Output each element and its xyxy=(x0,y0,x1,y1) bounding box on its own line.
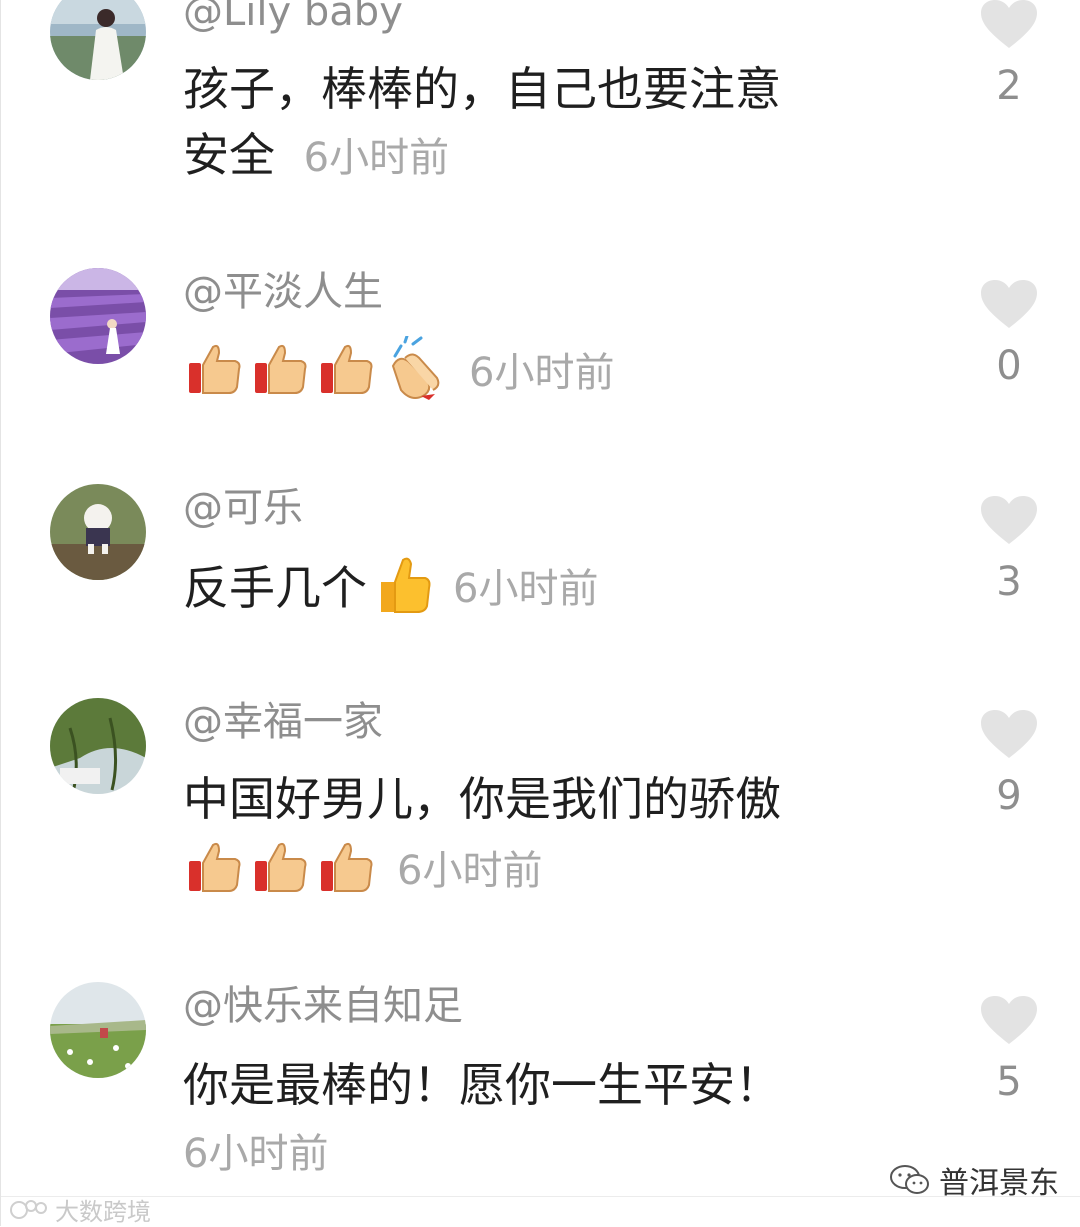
heart-icon xyxy=(981,496,1037,544)
comment-time: 6小时前 xyxy=(183,1131,329,1177)
comment-time: 6小时前 xyxy=(453,566,599,612)
comment-emojis: 6小时前 xyxy=(185,334,614,404)
heart-icon xyxy=(981,280,1037,328)
comment-time: 6小时前 xyxy=(397,848,543,894)
watermark-left: 大数跨境 xyxy=(9,1192,151,1227)
like-count: 2 xyxy=(996,63,1022,109)
wechat-icon xyxy=(890,1165,929,1194)
watermark-right-text: 普洱景东 xyxy=(939,1166,1059,1201)
thumbs-up-icon xyxy=(381,557,431,613)
like-button[interactable]: 2 xyxy=(979,0,1039,108)
comment-username[interactable]: @平淡人生 xyxy=(183,268,383,316)
comment-text-line: 孩子，棒棒的，自己也要注意 xyxy=(183,62,781,116)
comment-time: 6小时前 xyxy=(303,135,450,181)
watermark-logo-icon xyxy=(10,1199,47,1219)
comment-username[interactable]: @快乐来自知足 xyxy=(183,982,463,1030)
comment-text: 中国好男儿，你是我们的骄傲 xyxy=(183,772,781,826)
avatar[interactable] xyxy=(50,484,146,580)
like-count: 0 xyxy=(996,343,1022,389)
like-count: 5 xyxy=(996,1059,1022,1105)
comment-time: 6小时前 xyxy=(469,350,615,396)
thumbs-up-icon xyxy=(321,842,373,892)
avatar[interactable] xyxy=(50,982,146,1078)
comment-text-tail: 安全 xyxy=(183,128,275,182)
thumbs-up-icon xyxy=(255,842,307,892)
watermark-left-text: 大数跨境 xyxy=(55,1198,151,1226)
avatar[interactable] xyxy=(50,698,146,794)
comment-username[interactable]: @幸福一家 xyxy=(183,698,383,746)
comment-text: 你是最棒的！愿你一生平安！ xyxy=(183,1058,781,1112)
thumbs-up-icon xyxy=(189,842,241,892)
comment-text: 孩子，棒棒的，自己也要注意 安全 6小时前 xyxy=(183,56,883,191)
like-button[interactable]: 0 xyxy=(979,280,1039,388)
thumbs-up-icon xyxy=(189,344,241,394)
heart-icon xyxy=(981,0,1037,48)
like-count: 3 xyxy=(996,559,1022,605)
comment-username[interactable]: @Lily baby xyxy=(183,0,403,36)
avatar[interactable] xyxy=(50,0,146,80)
comment-text-body: 反手几个 xyxy=(183,561,367,615)
heart-icon xyxy=(981,710,1037,758)
thumbs-up-icon xyxy=(321,344,373,394)
comment-text-line: 安全 6小时前 xyxy=(183,122,883,191)
comment-time-row: 6小时前 xyxy=(183,1118,883,1187)
comment-username[interactable]: @可乐 xyxy=(183,484,303,532)
comment-emojis: 6小时前 xyxy=(185,832,542,902)
heart-icon xyxy=(981,996,1037,1044)
clapping-hands-icon xyxy=(391,336,440,400)
like-count: 9 xyxy=(996,773,1022,819)
thumbs-up-icon xyxy=(255,344,307,394)
like-button[interactable]: 3 xyxy=(979,496,1039,604)
watermark-right: 普洱景东 xyxy=(889,1158,1059,1202)
avatar[interactable] xyxy=(50,268,146,364)
comment-text: 反手几个 6小时前 xyxy=(183,550,598,620)
like-button[interactable]: 5 xyxy=(979,996,1039,1104)
like-button[interactable]: 9 xyxy=(979,710,1039,818)
comment-list: @Lily baby 孩子，棒棒的，自己也要注意 安全 6小时前 2 @平淡人生… xyxy=(0,0,1080,1226)
